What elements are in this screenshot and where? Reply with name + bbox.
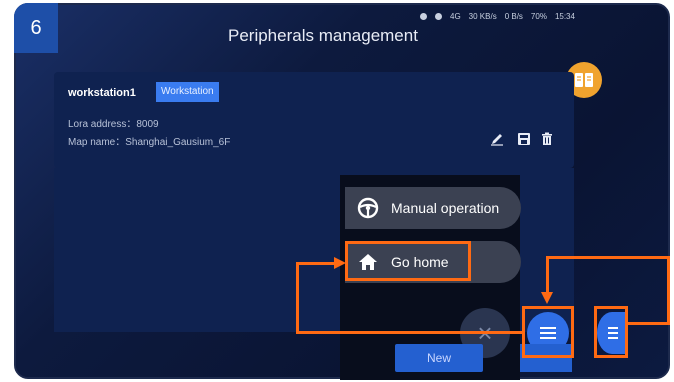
connector-line bbox=[628, 322, 670, 325]
arrowhead bbox=[334, 257, 346, 269]
manual-operation-label: Manual operation bbox=[391, 200, 500, 216]
workstation-name: workstation1 bbox=[68, 87, 136, 99]
save-icon[interactable] bbox=[517, 132, 531, 146]
delete-icon[interactable] bbox=[540, 132, 554, 146]
status-bar: 4G 30 KB/s 0 B/s 70% 15:34 bbox=[420, 12, 575, 21]
book-icon bbox=[575, 73, 593, 87]
signal-icon: 4G bbox=[450, 12, 461, 21]
arrowhead bbox=[541, 292, 553, 304]
highlight-menu-button-reference bbox=[594, 306, 628, 358]
connector-line bbox=[667, 256, 670, 325]
workstation-type-badge: Workstation bbox=[156, 82, 219, 102]
connector-line bbox=[296, 331, 524, 334]
clock: 15:34 bbox=[554, 12, 575, 21]
connector-line bbox=[546, 256, 670, 259]
connector-line bbox=[296, 262, 299, 334]
highlight-go-home bbox=[345, 241, 471, 281]
edit-icon[interactable] bbox=[490, 132, 504, 146]
new-button[interactable]: New bbox=[395, 344, 483, 372]
connector-line bbox=[546, 256, 549, 296]
lora-address: Lora address：8009 bbox=[68, 119, 159, 130]
notification-icon bbox=[420, 13, 427, 20]
page-title: Peripherals management bbox=[228, 26, 418, 45]
highlight-menu-button bbox=[522, 306, 574, 358]
speed-readout: 30 KB/s bbox=[468, 12, 497, 21]
battery-level: 70% bbox=[530, 12, 547, 21]
location-icon bbox=[435, 13, 442, 20]
steering-wheel-icon bbox=[357, 197, 379, 219]
step-badge: 6 bbox=[14, 3, 58, 53]
connector-line bbox=[296, 262, 336, 265]
manual-operation-button[interactable]: Manual operation bbox=[345, 187, 521, 229]
wifi-icon: 0 B/s bbox=[504, 12, 523, 21]
map-name: Map name：Shanghai_Gausium_6F bbox=[68, 137, 231, 148]
